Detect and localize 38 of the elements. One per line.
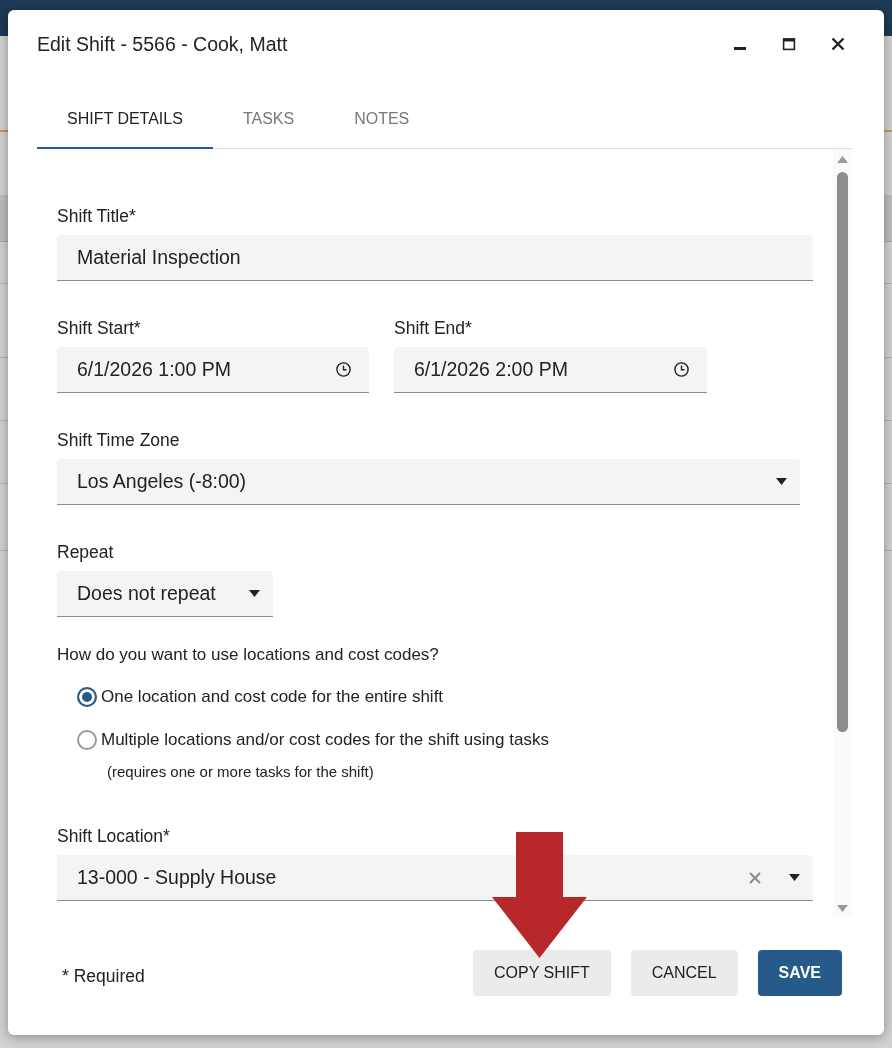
- dialog-button[interactable]: COPY SHIFT: [473, 950, 611, 996]
- tab[interactable]: TASKS: [212, 90, 325, 149]
- tab[interactable]: NOTES: [324, 90, 440, 149]
- close-icon: [831, 37, 845, 51]
- radio-label[interactable]: One location and cost code for the entire shift: [101, 687, 444, 707]
- scroll-up-icon[interactable]: [837, 156, 848, 163]
- dialog-button[interactable]: SAVE: [757, 950, 842, 996]
- dropdown-caret-icon[interactable]: [249, 590, 260, 597]
- dropdown-field[interactable]: Los Angeles (-8:00): [57, 459, 800, 505]
- scroll-down-icon[interactable]: [837, 905, 848, 912]
- dialog-button[interactable]: CANCEL: [630, 950, 738, 996]
- clock-icon[interactable]: [674, 362, 689, 377]
- clear-icon[interactable]: [749, 871, 761, 884]
- field-label: Shift Time Zone: [57, 430, 180, 450]
- datetime-field[interactable]: 6/1/2026 1:00 PM: [57, 347, 369, 393]
- question-text: How do you want to use locations and cost codes?: [57, 645, 439, 665]
- minimize-icon: [734, 46, 746, 50]
- dialog-title: Edit Shift - 5566 - Cook, Matt: [37, 32, 288, 56]
- field-label: Shift Title*: [57, 206, 136, 226]
- required-note: * Required: [62, 966, 145, 987]
- dropdown-caret-icon[interactable]: [776, 478, 787, 485]
- radio-label[interactable]: Multiple locations and/or cost codes for the shift using tasks: [101, 730, 549, 750]
- tab[interactable]: SHIFT DETAILS: [37, 90, 213, 149]
- dropdown-field[interactable]: Does not repeat: [57, 571, 273, 617]
- dropdown-field[interactable]: 13-000 - Supply House: [57, 855, 813, 901]
- radio-button[interactable]: [77, 687, 97, 707]
- datetime-field[interactable]: 6/1/2026 2:00 PM: [394, 347, 707, 393]
- clock-icon[interactable]: [336, 362, 351, 377]
- field-label: Repeat: [57, 542, 114, 562]
- text-field[interactable]: Material Inspection: [57, 235, 813, 281]
- maximize-icon: [782, 37, 796, 51]
- dropdown-caret-icon[interactable]: [789, 874, 800, 881]
- field-label: Shift Start*: [57, 318, 141, 338]
- field-label: Shift Location*: [57, 826, 170, 846]
- radio-button[interactable]: [77, 730, 97, 750]
- scrollbar-thumb[interactable]: [837, 172, 848, 732]
- option-note: (requires one or more tasks for the shift): [107, 763, 374, 781]
- field-label: Shift End*: [394, 318, 472, 338]
